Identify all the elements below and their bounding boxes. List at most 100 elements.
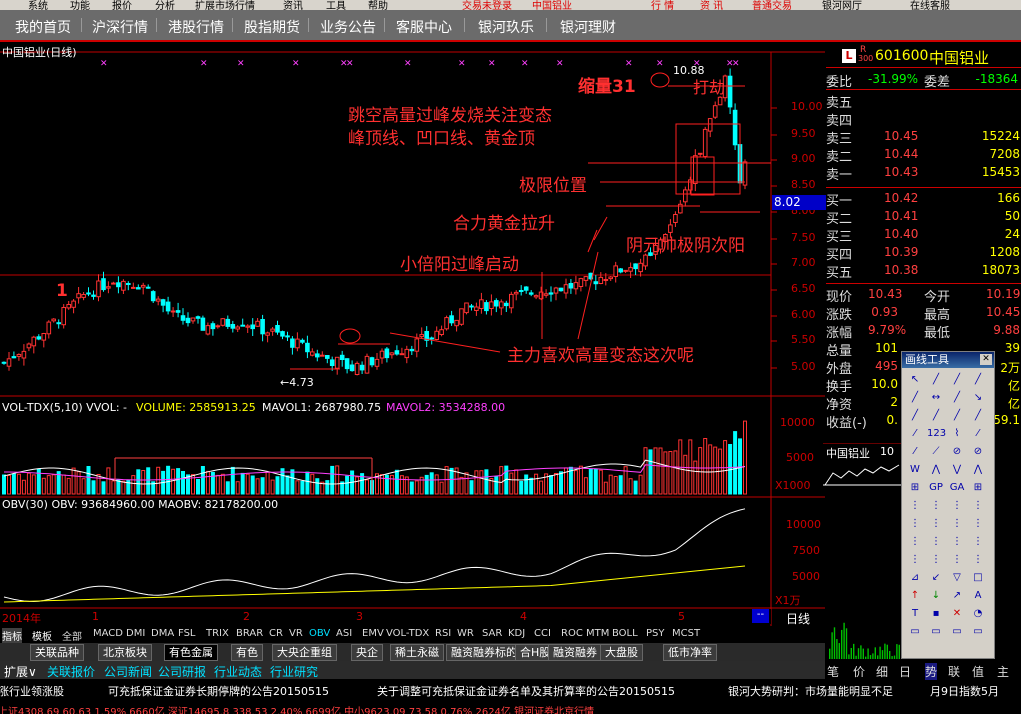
nav-finance[interactable]: 银河理财 [560, 17, 616, 37]
indicator-tab[interactable]: MACD [93, 628, 123, 639]
indicator-tab[interactable]: TRIX [206, 628, 229, 639]
indicator-tab[interactable]: MCST [672, 628, 700, 639]
parallel-icon[interactable]: ╱ [948, 390, 966, 406]
indicator-tab[interactable]: MTM [586, 628, 609, 639]
valley-icon[interactable]: ⋁ [948, 462, 966, 478]
sector-tab[interactable]: 北京板块 [98, 644, 152, 661]
indicator-tab[interactable]: 模板 [32, 628, 52, 643]
nav-joy[interactable]: 银河玖乐 [478, 17, 534, 37]
draw-tool-icon[interactable]: ⋮ [969, 552, 987, 568]
draw-tool-icon[interactable]: ⋮ [948, 516, 966, 532]
sector-tab[interactable]: 大盘股 [600, 644, 643, 661]
box-icon[interactable]: ⊞ [906, 480, 924, 496]
grid-icon[interactable]: ⊞ [969, 480, 987, 496]
indicator-tab[interactable]: 指标 [2, 628, 22, 643]
zigzag-icon[interactable]: ⋀ [969, 462, 987, 478]
indicator-tab[interactable]: EMV [362, 628, 384, 639]
menu-analysis[interactable]: 分析 [155, 0, 175, 10]
indicator-tab[interactable]: FSL [178, 628, 196, 639]
sector-tab[interactable]: 大央企重组 [272, 644, 337, 661]
arrow-line-icon[interactable]: ╱ [906, 390, 924, 406]
quote-tab[interactable]: 笔 [827, 663, 839, 680]
draw-tool-icon[interactable]: ▭ [948, 624, 966, 640]
btn-trade[interactable]: 普通交易 [752, 0, 792, 10]
date-scroll-btn[interactable]: -- [752, 609, 769, 623]
menu-help[interactable]: 帮助 [368, 0, 388, 10]
sector-tab[interactable]: 低市净率 [663, 644, 717, 661]
draw-tool-icon[interactable]: ↙ [927, 570, 945, 586]
btn-online-hall[interactable]: 银河网厅 [822, 0, 862, 10]
sector-tab[interactable]: 融资融券 [548, 644, 602, 661]
sector-tab[interactable]: 央企 [351, 644, 383, 661]
nav-hs-market[interactable]: 沪深行情 [92, 17, 148, 37]
close-icon[interactable]: ✕ [980, 354, 992, 365]
sector-tab[interactable]: 关联品种 [30, 644, 84, 661]
expand-button[interactable]: 扩展∨ [4, 663, 37, 680]
draw-tool-icon[interactable]: ⋮ [906, 552, 924, 568]
tab-industry-research[interactable]: 行业研究 [270, 663, 318, 680]
draw-tool-icon[interactable]: ✕ [948, 606, 966, 622]
draw-tool-icon[interactable]: ⋮ [927, 516, 945, 532]
quote-tab[interactable]: 主 [997, 663, 1009, 680]
trend-icon[interactable]: ⁄ [906, 444, 924, 460]
ask-price[interactable]: 10.45 [884, 129, 918, 143]
draw-tool-icon[interactable]: ↑ [906, 588, 924, 604]
indicator-tab[interactable]: SAR [482, 628, 502, 639]
quote-tab[interactable]: 势 [925, 663, 938, 680]
ray-icon[interactable]: ╱ [948, 372, 966, 388]
fib-icon[interactable]: ⌇ [948, 426, 966, 442]
nav-hk-market[interactable]: 港股行情 [168, 17, 224, 37]
peak-icon[interactable]: ⋀ [927, 462, 945, 478]
draw-tool-icon[interactable]: ▭ [969, 624, 987, 640]
btn-online-service[interactable]: 在线客服 [910, 0, 950, 10]
draw-tool-icon[interactable]: ▭ [927, 624, 945, 640]
menu-function[interactable]: 功能 [70, 0, 90, 10]
draw-tool-icon[interactable]: ⋮ [906, 516, 924, 532]
speed-icon[interactable]: ╱ [948, 408, 966, 424]
bid-price[interactable]: 10.40 [884, 227, 918, 241]
draw-tool-icon[interactable]: ⋮ [927, 552, 945, 568]
draw-tool-icon[interactable]: ⋮ [969, 498, 987, 514]
ext-line-icon[interactable]: ↘ [969, 390, 987, 406]
angle-icon[interactable]: ⁄ [906, 426, 924, 442]
quote-tab[interactable]: 日 [899, 663, 911, 680]
menu-ext-market[interactable]: 扩展市场行情 [195, 0, 255, 10]
ellipse-icon[interactable]: ⊘ [969, 444, 987, 460]
draw-tool-icon[interactable]: ⋮ [969, 516, 987, 532]
gann-icon[interactable]: ⁄ [969, 426, 987, 442]
indicator-tab[interactable]: ROC [561, 628, 583, 639]
indicator-tab[interactable]: DMI [126, 628, 145, 639]
sector-tab[interactable]: 有色金属 [164, 644, 218, 661]
wave-icon[interactable]: W [906, 462, 924, 478]
ticker-item-4[interactable]: 银河大势研判：市场量能明显不足 [728, 683, 893, 699]
indicator-tab[interactable]: PSY [646, 628, 665, 639]
indicator-tab[interactable]: DMA [151, 628, 174, 639]
draw-tool-icon[interactable]: T [906, 606, 924, 622]
menu-news[interactable]: 资讯 [283, 0, 303, 10]
indicator-tab[interactable]: BRAR [236, 628, 263, 639]
tab-industry-news[interactable]: 行业动态 [214, 663, 262, 680]
tab-company-research[interactable]: 公司研报 [158, 663, 206, 680]
gp-icon[interactable]: GP [927, 480, 945, 496]
sector-tab[interactable]: 有色 [231, 644, 263, 661]
draw-tool-icon[interactable]: ↓ [927, 588, 945, 604]
select-icon[interactable]: ↖ [906, 372, 924, 388]
draw-tool-icon[interactable]: ⋮ [948, 534, 966, 550]
draw-tool-icon[interactable]: ⋮ [927, 534, 945, 550]
line-icon[interactable]: ╱ [927, 372, 945, 388]
drawing-toolbox[interactable]: 画线工具 ✕ ↖ ╱ ╱ ╱ ╱ ↔ ╱ ↘ ╱ ╱ ╱ ╱ ⁄ 123 ⌇ ⁄ ⁄ ⟋ ⊘ ⊘ W ⋀ ⋁ ⋀ ⊞ GP GA ⊞ ⋮… [901, 351, 995, 659]
bid-price[interactable]: 10.39 [884, 245, 918, 259]
ask-price[interactable]: 10.43 [884, 165, 918, 179]
btn-info[interactable]: 资 讯 [700, 0, 723, 10]
draw-tool-icon[interactable]: ⋮ [927, 498, 945, 514]
ga-icon[interactable]: GA [948, 480, 966, 496]
indicator-tab[interactable]: 全部 [62, 628, 82, 643]
draw-tool-icon[interactable]: □ [969, 570, 987, 586]
indicator-tab[interactable]: KDJ [508, 628, 525, 639]
sector-tab[interactable]: 融资融券标的 [446, 644, 522, 661]
draw-tool-icon[interactable]: ⋮ [906, 498, 924, 514]
nav-notices[interactable]: 业务公告 [320, 17, 376, 37]
nav-service[interactable]: 客服中心 [396, 17, 452, 37]
fan-icon[interactable]: ╱ [927, 408, 945, 424]
draw-tool-icon[interactable]: ▭ [906, 624, 924, 640]
